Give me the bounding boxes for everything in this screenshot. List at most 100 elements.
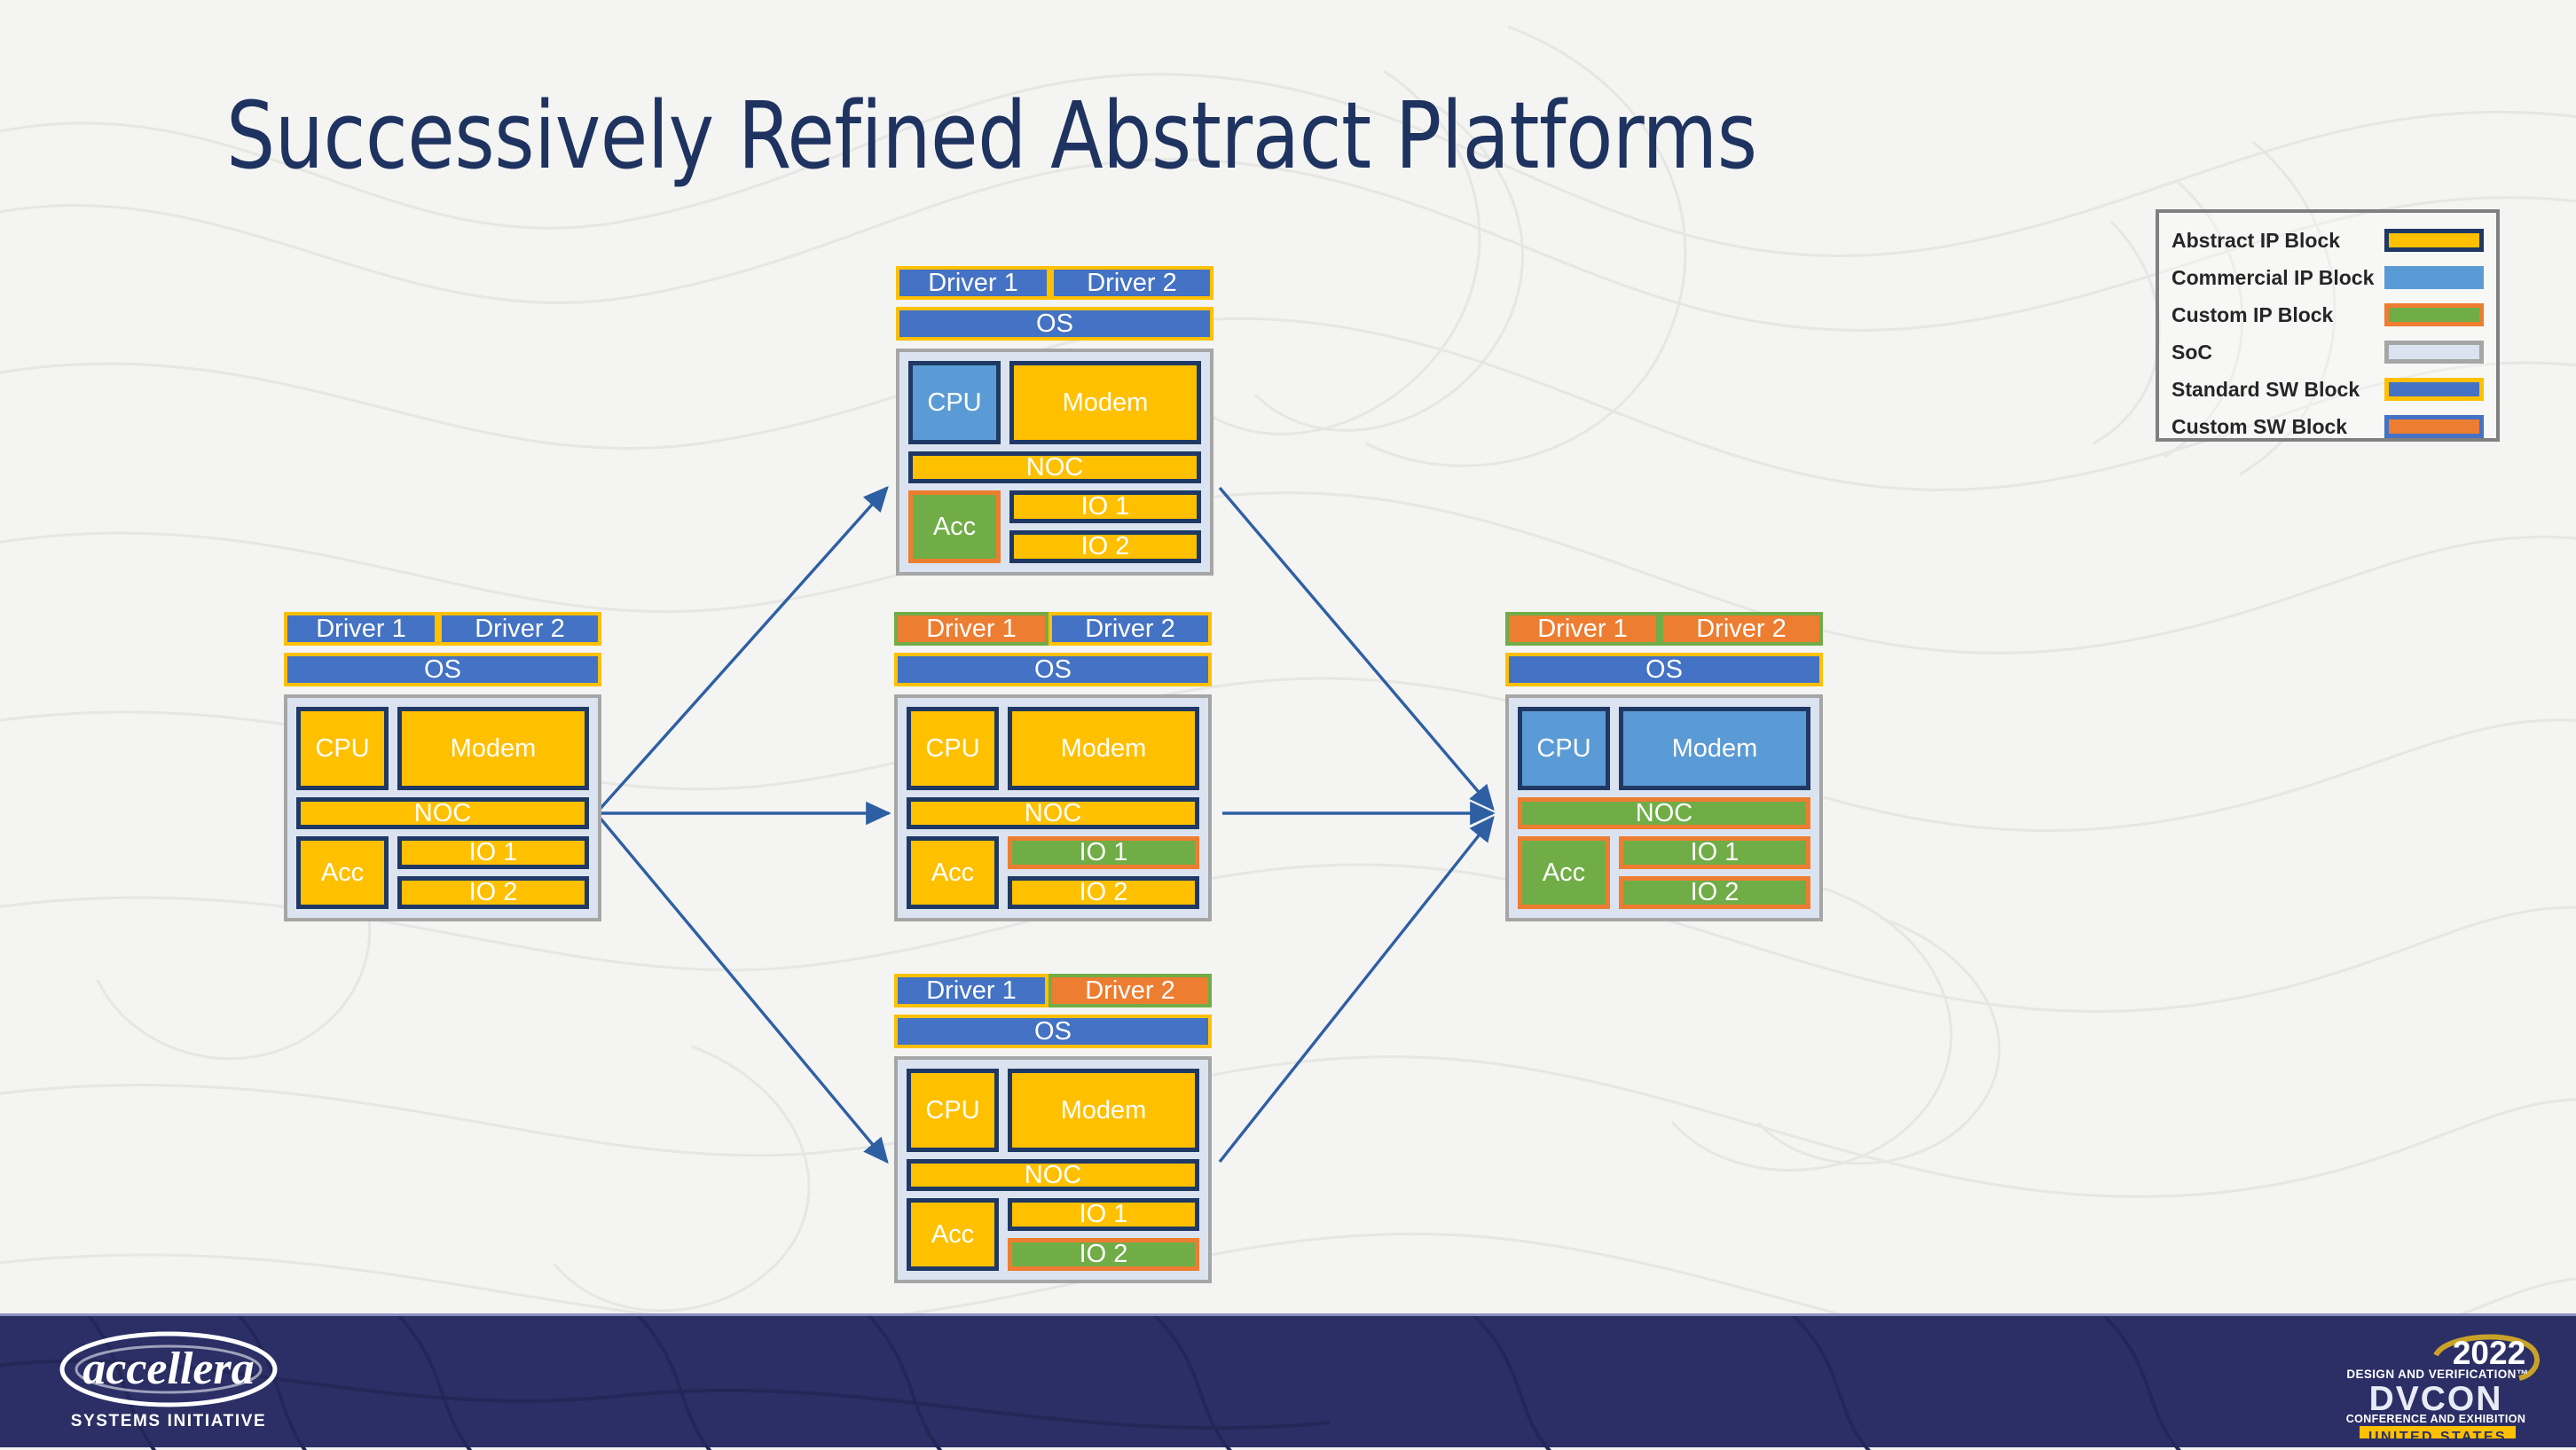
legend-row: Abstract IP Block [2159,222,2496,259]
footer-topography [0,1316,2182,1450]
cpu-block[interactable]: CPU [908,361,1001,444]
driver-1-block[interactable]: Driver 1 [894,612,1048,646]
driver-1-block[interactable]: Driver 1 [1505,612,1660,646]
driver-row: Driver 1 Driver 2 [1505,612,1823,646]
custom-sw-swatch-icon [2384,415,2484,438]
dvcon-year: 2022 [2453,1335,2525,1371]
io-1-block[interactable]: IO 1 [1008,836,1199,869]
page-title: Successively Refined Abstract Platforms [226,82,1757,190]
soc-container: CPU Modem NOC Acc IO 1 IO 2 [284,694,601,921]
driver-row: Driver 1 Driver 2 [284,612,601,646]
footer-bar [0,1313,2576,1450]
legend-label: Abstract IP Block [2172,228,2341,252]
legend-row: Custom SW Block [2159,408,2496,445]
driver-2-block[interactable]: Driver 2 [1048,612,1212,646]
acc-block[interactable]: Acc [908,490,1001,563]
os-block[interactable]: OS [894,1015,1212,1048]
soc-top-row: CPU Modem [907,1069,1199,1152]
driver-2-block[interactable]: Driver 2 [438,612,601,646]
legend-label: Standard SW Block [2172,377,2360,401]
platform-bottom-refined[interactable]: Driver 1 Driver 2 OS CPU Modem NOC Acc I… [894,974,1212,1283]
custom-ip-swatch-icon [2384,303,2484,326]
driver-row: Driver 1 Driver 2 [894,974,1212,1007]
soc-bottom-row: Acc IO 1 IO 2 [908,490,1201,563]
modem-block[interactable]: Modem [1008,707,1199,790]
block-type-legend: Abstract IP Block Commercial IP Block Cu… [2156,209,2500,442]
acc-block[interactable]: Acc [1518,836,1610,909]
driver-2-block[interactable]: Driver 2 [1660,612,1823,646]
cpu-block[interactable]: CPU [907,707,999,790]
noc-block[interactable]: NOC [907,797,1199,829]
io-1-block[interactable]: IO 1 [1008,1198,1199,1231]
dvcon-top-line: DESIGN AND VERIFICATION™ [2346,1368,2528,1381]
accellera-wordmark: accellera [82,1344,254,1394]
io-2-block[interactable]: IO 2 [1008,876,1199,909]
driver-1-block[interactable]: Driver 1 [894,974,1048,1007]
soc-container: CPU Modem NOC Acc IO 1 IO 2 [896,349,1213,576]
soc-bottom-row: Acc IO 1 IO 2 [1518,836,1810,909]
dvcon-region: UNITED STATES [2368,1430,2507,1438]
io-column: IO 1 IO 2 [397,836,589,909]
soc-top-row: CPU Modem [908,361,1201,444]
io-2-block[interactable]: IO 2 [397,876,589,909]
commercial-ip-swatch-icon [2384,266,2484,289]
driver-1-block[interactable]: Driver 1 [284,612,438,646]
modem-block[interactable]: Modem [1008,1069,1199,1152]
platform-right-final[interactable]: Driver 1 Driver 2 OS CPU Modem NOC Acc I… [1505,612,1823,921]
io-column: IO 1 IO 2 [1008,836,1199,909]
platform-left-abstract[interactable]: Driver 1 Driver 2 OS CPU Modem NOC Acc I… [284,612,601,921]
noc-block[interactable]: NOC [296,797,589,829]
os-block[interactable]: OS [284,653,601,686]
io-column: IO 1 IO 2 [1008,1198,1199,1271]
platform-middle-refined[interactable]: Driver 1 Driver 2 OS CPU Modem NOC Acc I… [894,612,1212,921]
os-block[interactable]: OS [1505,653,1823,686]
cpu-block[interactable]: CPU [907,1069,999,1152]
legend-label: SoC [2172,340,2212,364]
soc-bottom-row: Acc IO 1 IO 2 [907,1198,1199,1271]
accellera-logo: accellera SYSTEMS INITIATIVE [59,1331,278,1430]
soc-container: CPU Modem NOC Acc IO 1 IO 2 [894,694,1212,921]
acc-block[interactable]: Acc [907,1198,999,1271]
io-column: IO 1 IO 2 [1009,490,1201,563]
driver-row: Driver 1 Driver 2 [896,266,1213,300]
legend-label: Custom IP Block [2172,302,2334,326]
os-block[interactable]: OS [894,653,1212,686]
modem-block[interactable]: Modem [397,707,589,790]
noc-block[interactable]: NOC [908,451,1201,483]
modem-block[interactable]: Modem [1619,707,1810,790]
soc-swatch-icon [2384,341,2484,364]
legend-label: Custom SW Block [2172,414,2348,438]
driver-1-block[interactable]: Driver 1 [896,266,1050,300]
legend-label: Commercial IP Block [2172,265,2375,289]
legend-row: Commercial IP Block [2159,259,2496,296]
soc-container: CPU Modem NOC Acc IO 1 IO 2 [1505,694,1823,921]
soc-top-row: CPU Modem [296,707,589,790]
io-1-block[interactable]: IO 1 [397,836,589,869]
io-1-block[interactable]: IO 1 [1009,490,1201,523]
standard-sw-swatch-icon [2384,378,2484,401]
io-1-block[interactable]: IO 1 [1619,836,1810,869]
platform-top-refined[interactable]: Driver 1 Driver 2 OS CPU Modem NOC Acc I… [896,266,1213,576]
soc-bottom-row: Acc IO 1 IO 2 [296,836,589,909]
os-block[interactable]: OS [896,307,1213,341]
io-2-block[interactable]: IO 2 [1619,876,1810,909]
io-column: IO 1 IO 2 [1619,836,1810,909]
dvcon-logo: 2022 DESIGN AND VERIFICATION™ DVCON CONF… [2346,1334,2540,1438]
noc-block[interactable]: NOC [907,1159,1199,1191]
soc-container: CPU Modem NOC Acc IO 1 IO 2 [894,1056,1212,1283]
noc-block[interactable]: NOC [1518,797,1810,829]
driver-2-block[interactable]: Driver 2 [1048,974,1212,1007]
acc-block[interactable]: Acc [296,836,389,909]
io-2-block[interactable]: IO 2 [1008,1238,1199,1271]
driver-2-block[interactable]: Driver 2 [1050,266,1213,300]
legend-row: Custom IP Block [2159,296,2496,333]
driver-row: Driver 1 Driver 2 [894,612,1212,646]
cpu-block[interactable]: CPU [296,707,389,790]
modem-block[interactable]: Modem [1009,361,1201,444]
io-2-block[interactable]: IO 2 [1009,530,1201,563]
soc-top-row: CPU Modem [907,707,1199,790]
soc-bottom-row: Acc IO 1 IO 2 [907,836,1199,909]
cpu-block[interactable]: CPU [1518,707,1610,790]
legend-row: SoC [2159,333,2496,371]
acc-block[interactable]: Acc [907,836,999,909]
